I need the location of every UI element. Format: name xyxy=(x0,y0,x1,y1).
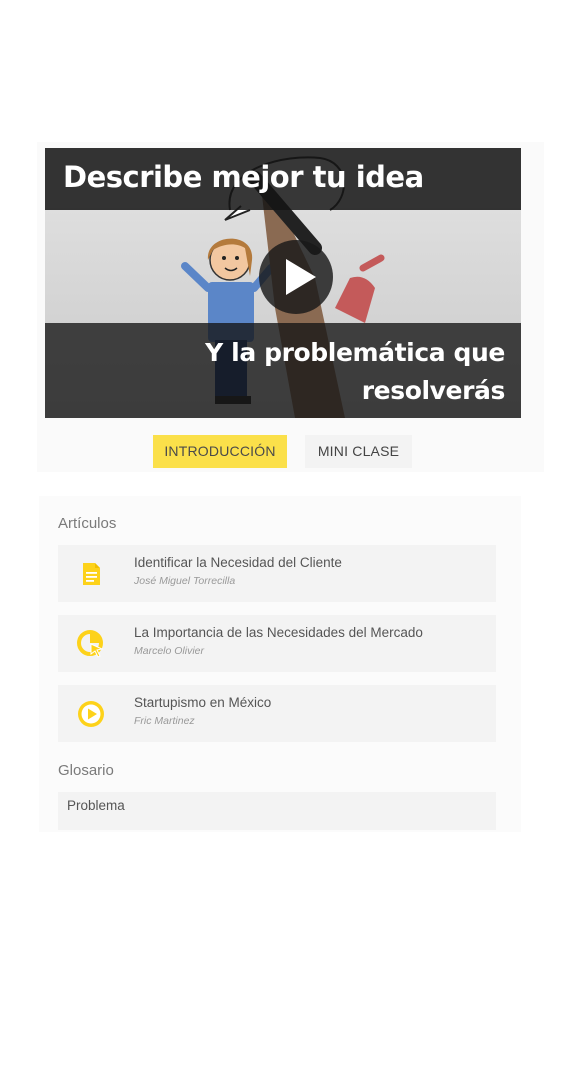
video-subtitle: Y la problemática que resolverás xyxy=(205,338,505,405)
play-button[interactable] xyxy=(259,240,333,314)
list-item-article[interactable]: Identificar la Necesidad del Cliente Jos… xyxy=(58,545,496,602)
article-author: Fric Martinez xyxy=(134,715,195,727)
tab-introduccion[interactable]: INTRODUCCIÓN xyxy=(153,435,287,468)
document-icon xyxy=(83,563,100,585)
play-icon xyxy=(286,259,316,295)
chart-cursor-icon xyxy=(77,630,104,658)
glossary-item[interactable]: Problema xyxy=(58,792,496,830)
glossary-item-label: Problema xyxy=(67,798,125,813)
article-title: Startupismo en México xyxy=(134,695,272,710)
intro-video[interactable]: Describe mejor tu idea Y la problemática… xyxy=(45,148,521,418)
article-title: Identificar la Necesidad del Cliente xyxy=(134,555,342,570)
video-title: Describe mejor tu idea xyxy=(63,160,424,194)
play-circle-icon xyxy=(78,701,104,727)
glossary-heading: Glosario xyxy=(58,762,114,779)
tab-mini-clase[interactable]: MINI CLASE xyxy=(305,435,412,468)
article-title: La Importancia de las Necesidades del Me… xyxy=(134,625,423,640)
list-item-article[interactable]: Startupismo en México Fric Martinez xyxy=(58,685,496,742)
articles-heading: Artículos xyxy=(58,515,117,532)
article-author: Marcelo Olivier xyxy=(134,645,205,657)
article-author: José Miguel Torrecilla xyxy=(134,575,236,587)
list-item-article[interactable]: La Importancia de las Necesidades del Me… xyxy=(58,615,496,672)
